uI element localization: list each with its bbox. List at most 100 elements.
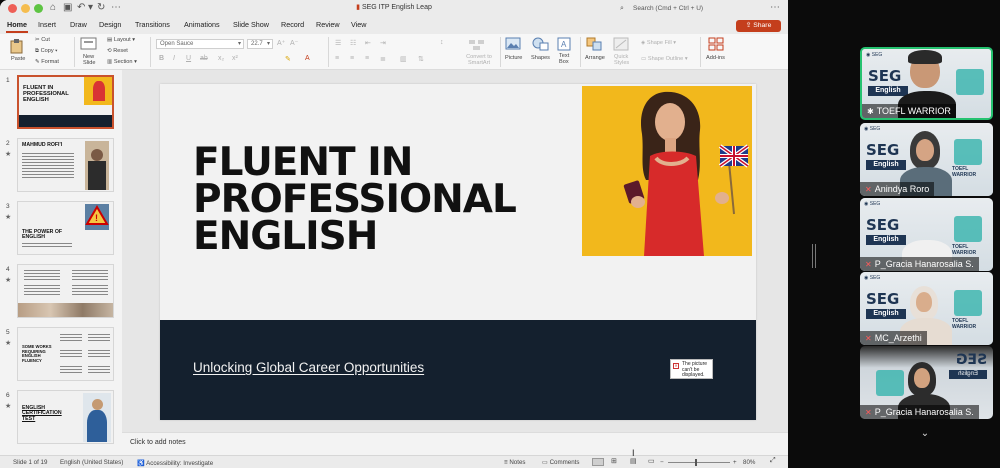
font-color-icon[interactable]: A	[305, 55, 310, 62]
reset-button[interactable]: ⟲ Reset	[107, 48, 128, 54]
columns-icon[interactable]: ▥	[400, 55, 407, 63]
grow-font-icon[interactable]: A⁺	[277, 39, 285, 47]
notes-placeholder: Click to add notes	[130, 439, 186, 446]
tab-slide-show[interactable]: Slide Show	[233, 20, 269, 29]
tab-home[interactable]: Home	[7, 20, 27, 29]
participant-tile-3[interactable]: ◉ SEG SEG English TOEFL WARRIOR ✕ P_Graci…	[860, 198, 993, 271]
text-box-button[interactable]: Text Box	[559, 53, 569, 65]
tab-review[interactable]: Review	[316, 20, 340, 29]
section-button[interactable]: ▥ Section ▾	[107, 59, 137, 65]
notes-toggle-button[interactable]: ≡ Notes	[504, 459, 526, 466]
picture-button[interactable]: Picture	[505, 55, 522, 61]
decrease-indent-icon[interactable]: ⇤	[365, 39, 371, 47]
slide-photo-woman[interactable]	[582, 86, 752, 256]
quick-styles-button[interactable]: Quick Styles	[614, 54, 632, 66]
mic-muted-icon: ✕	[865, 408, 872, 417]
zoom-out-icon[interactable]: −	[660, 459, 664, 466]
search-box[interactable]: ⌕ Search (Cmd + Ctrl + U)	[620, 3, 740, 14]
slide-thumbnail-2[interactable]: MAHMUD ROFI'I	[17, 138, 114, 192]
slide-thumbnail-5[interactable]: SOME WORKS REQUIRING ENGLISH FLUENCY	[17, 327, 114, 381]
underline-icon[interactable]: U	[186, 55, 191, 62]
add-ins-icon[interactable]	[708, 37, 724, 51]
paste-button[interactable]: Paste	[11, 56, 25, 62]
slide-thumbnail-1[interactable]: FLUENT IN PROFESSIONAL ENGLISH	[17, 75, 114, 129]
tab-animations[interactable]: Animations	[184, 20, 220, 29]
tab-view[interactable]: View	[351, 20, 366, 29]
new-slide-button[interactable]: New Slide	[83, 54, 99, 66]
font-name-combo[interactable]: Open Sauce ▾	[156, 39, 244, 49]
shape-outline-button[interactable]: ▭ Shape Outline ▾	[641, 56, 688, 62]
accessibility-button[interactable]: ♿ Accessibility: Investigate	[137, 459, 213, 467]
text-box-icon[interactable]: A	[557, 37, 571, 51]
justify-icon[interactable]: ≣	[380, 55, 386, 63]
slide-thumbnail-3[interactable]: THE POWER OF ENGLISH !	[17, 201, 114, 255]
more-options-icon[interactable]: ⋯	[770, 2, 780, 13]
tab-draw[interactable]: Draw	[70, 20, 87, 29]
convert-smartart-button[interactable]: Convert to SmartArt	[462, 54, 496, 66]
tab-transitions[interactable]: Transitions	[135, 20, 170, 29]
zoom-in-icon[interactable]: +	[733, 459, 737, 466]
chevron-down-icon[interactable]: ⌄	[918, 428, 932, 439]
layout-button[interactable]: ▤ Layout ▾	[107, 37, 135, 43]
copy-button[interactable]: ⧉ Copy ▾	[35, 48, 58, 55]
new-slide-icon[interactable]	[80, 37, 98, 51]
participant-tile-4[interactable]: ◉ SEG SEG English TOEFL WARRIOR ✕ MC_Arze…	[860, 272, 993, 345]
cut-button[interactable]: ✂ Cut	[35, 37, 50, 43]
increase-indent-icon[interactable]: ⇥	[380, 39, 386, 47]
participant-tile-1[interactable]: ◉ SEG SEG English ✱ TOEFL WARRIOR	[860, 47, 993, 120]
arrange-icon[interactable]	[586, 37, 604, 51]
zoom-level[interactable]: 80%	[743, 459, 755, 466]
bullets-icon[interactable]: ☰	[335, 39, 341, 47]
tab-record[interactable]: Record	[281, 20, 304, 29]
numbering-icon[interactable]: ☷	[350, 39, 356, 47]
comments-toggle-button[interactable]: ▭ Comments	[542, 459, 580, 466]
slide-sorter-icon[interactable]: ⊞	[611, 457, 617, 465]
quick-styles-icon[interactable]	[613, 37, 631, 51]
align-right-icon[interactable]: ≡	[365, 55, 369, 62]
align-left-icon[interactable]: ≡	[335, 55, 339, 62]
arrange-button[interactable]: Arrange	[585, 55, 605, 61]
zoom-slider-handle[interactable]	[695, 459, 697, 466]
bold-icon[interactable]: B	[159, 55, 164, 62]
zoom-slider-track[interactable]	[668, 462, 730, 463]
text-direction-icon[interactable]: ⇅	[418, 55, 424, 63]
slide-thumbnail-4[interactable]	[17, 264, 114, 318]
picture-icon[interactable]	[505, 37, 521, 51]
slideshow-view-icon[interactable]: ▭	[648, 457, 655, 465]
language-indicator[interactable]: English (United States)	[60, 459, 123, 466]
smartart-icon[interactable]	[468, 38, 486, 52]
notes-pane[interactable]: Click to add notes	[122, 432, 788, 454]
shrink-font-icon[interactable]: A⁻	[290, 39, 298, 47]
tab-design[interactable]: Design	[99, 20, 121, 29]
line-spacing-icon[interactable]: ↕	[440, 39, 444, 46]
ribbon-divider	[328, 37, 329, 67]
font-size-combo[interactable]: 22.7 ▾	[247, 39, 273, 49]
normal-view-icon[interactable]	[592, 458, 604, 466]
italic-icon[interactable]: I	[173, 55, 175, 62]
subscript-icon[interactable]: x₂	[218, 55, 224, 62]
superscript-icon[interactable]: x²	[232, 55, 238, 62]
format-painter-button[interactable]: ✎ Format	[35, 59, 59, 65]
slide-thumbnail-6[interactable]: ENGLISH CERTIFICATION TEST	[17, 390, 114, 444]
strikethrough-icon[interactable]: ab	[200, 55, 208, 62]
add-ins-button[interactable]: Add-ins	[706, 55, 725, 61]
current-slide[interactable]: FLUENT IN PROFESSIONAL ENGLISH Unlocking…	[160, 84, 756, 420]
star-icon: ★	[5, 214, 12, 221]
shape-fill-button[interactable]: ◈ Shape Fill ▾	[641, 40, 676, 46]
broken-picture-placeholder[interactable]: ✕ The picture can't be displayed.	[670, 359, 713, 379]
highlight-icon[interactable]: ✎	[285, 55, 291, 63]
fit-slide-icon[interactable]: ⤢	[770, 457, 776, 465]
align-center-icon[interactable]: ≡	[350, 55, 354, 62]
share-button[interactable]: ⇪ Share	[736, 20, 781, 32]
slide-subtitle-link[interactable]: Unlocking Global Career Opportunities	[193, 360, 424, 375]
participant-tile-2[interactable]: ◉ SEG SEG English TOEFL WARRIOR ✕ Anindya…	[860, 123, 993, 196]
tab-insert[interactable]: Insert	[38, 20, 56, 29]
shapes-icon[interactable]	[532, 37, 550, 51]
shapes-button[interactable]: Shapes	[531, 55, 550, 61]
panel-resize-handle[interactable]	[812, 244, 816, 268]
svg-text:!: !	[95, 213, 98, 223]
reading-view-icon[interactable]: ▤	[630, 457, 637, 465]
slide-title[interactable]: FLUENT IN PROFESSIONAL ENGLISH	[193, 143, 553, 256]
participant-tile-5[interactable]: SEG English ✕ P_Gracia Hanarosalia S.	[860, 346, 993, 419]
paste-icon[interactable]	[9, 38, 25, 54]
